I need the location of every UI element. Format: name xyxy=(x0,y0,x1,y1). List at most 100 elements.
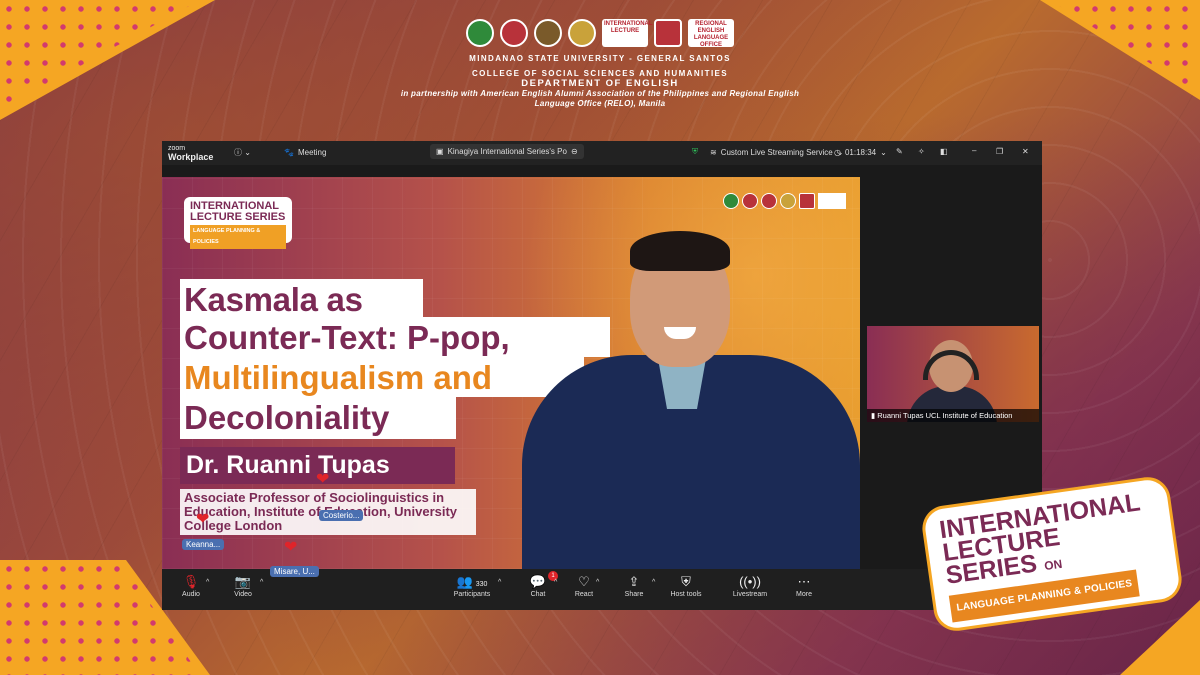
restore-icon[interactable]: ❐ xyxy=(996,147,1003,156)
live-streaming-status[interactable]: ≋ Custom Live Streaming Service ⌄ xyxy=(710,148,843,157)
paw-icon: 🐾 xyxy=(284,148,294,157)
minimize-icon[interactable]: – xyxy=(972,146,976,155)
badge-line2: LECTURE SERIES xyxy=(190,211,286,223)
meeting-tab[interactable]: 🐾 Meeting xyxy=(284,148,326,157)
chat-icon: 💬 1 xyxy=(524,571,558,591)
college-seal-icon xyxy=(500,19,528,47)
audio-options-chevron[interactable]: ^ xyxy=(206,579,209,586)
seal-icon xyxy=(568,19,596,47)
international-lecture-logo: INTERNATIONAL LECTURE xyxy=(602,19,653,47)
badge-subtitle: LANGUAGE PLANNING & POLICIES xyxy=(190,225,286,249)
livestream-button[interactable]: ((•)) Livestream xyxy=(730,573,770,598)
heart-reaction-icon: ❤ xyxy=(196,511,210,528)
partnership-note: in partnership with American English Alu… xyxy=(400,89,800,108)
regional-english-language-office-logo-icon xyxy=(818,193,846,209)
participants-count: 330 xyxy=(475,581,488,588)
video-options-chevron[interactable]: ^ xyxy=(260,579,263,586)
video-off-icon: 📷 xyxy=(234,574,252,589)
host-tools-label: Host tools xyxy=(670,591,702,598)
close-icon[interactable]: ✕ xyxy=(1022,147,1029,156)
department-name: DEPARTMENT OF ENGLISH xyxy=(521,78,679,89)
react-button[interactable]: ♡ React xyxy=(570,573,598,598)
speaker-hair xyxy=(630,231,730,271)
seal-icon xyxy=(780,193,796,209)
department-seal-icon xyxy=(761,193,777,209)
lecture-series-badge: INTERNATIONAL LECTURE SERIES LANGUAGE PL… xyxy=(184,197,292,249)
heart-reaction-icon: ❤ xyxy=(316,471,330,488)
department-seal-icon xyxy=(534,19,562,47)
partner-logos: INTERNATIONAL LECTURE REGIONAL ENGLISH L… xyxy=(380,18,820,48)
react-options-chevron[interactable]: ^ xyxy=(596,579,599,586)
participants-options-chevron[interactable]: ^ xyxy=(498,579,501,586)
reaction-name-tag: Misare, U... xyxy=(270,566,319,577)
university-seal-icon xyxy=(723,193,739,209)
relo-logo-icon xyxy=(654,19,682,47)
participants-icon: 👥 330 xyxy=(456,574,488,589)
participant-name-label: ▮ Ruanni Tupas UCL Institute of Educatio… xyxy=(867,409,1039,422)
livestream-icon: ((•)) xyxy=(739,574,761,589)
college-seal-icon xyxy=(742,193,758,209)
streaming-label: Custom Live Streaming Service xyxy=(720,148,833,157)
participants-label: Participants xyxy=(453,591,491,598)
clock-icon: ◷ xyxy=(834,148,841,157)
meeting-timer: ◷ 01:18:34 ⌄ xyxy=(834,148,887,157)
speaker-video xyxy=(522,231,860,569)
chevron-down-icon: ⌄ xyxy=(880,148,887,157)
brand-top: zoom xyxy=(168,145,186,152)
layout-icon[interactable]: ◧ xyxy=(940,147,948,156)
share-tab[interactable]: ▣ Kinagiya International Series's Po ⊖ xyxy=(430,144,584,159)
share-tab-label: Kinagiya International Series's Po xyxy=(447,147,567,156)
info-button[interactable]: ⓘ ⌄ xyxy=(234,147,251,158)
brand-bottom: Workplace xyxy=(168,152,214,162)
screen-share-icon: ▣ xyxy=(436,147,444,156)
heart-reaction-icon: ❤ xyxy=(284,539,298,556)
university-seal-icon xyxy=(466,19,494,47)
participant-name: Ruanni Tupas UCL Institute of Education xyxy=(877,411,1013,420)
more-button[interactable]: ⋯ More xyxy=(790,573,818,598)
relo-logo-icon xyxy=(799,193,815,209)
talk-title-line1: Kasmala as xyxy=(180,279,423,318)
annotate-icon[interactable]: ✎ xyxy=(896,147,903,156)
slide-logos xyxy=(723,193,846,209)
overlay-on: ON xyxy=(1043,556,1064,574)
security-shield-icon[interactable]: ⛨ xyxy=(692,147,698,157)
share-options-chevron[interactable]: ^ xyxy=(652,579,655,586)
talk-title-line4: Decoloniality xyxy=(180,397,456,439)
effects-icon[interactable]: ✧ xyxy=(918,147,925,156)
shared-screen: INTERNATIONAL LECTURE SERIES LANGUAGE PL… xyxy=(162,177,860,569)
zoom-workplace-logo: zoom Workplace xyxy=(168,145,214,162)
close-tab-icon[interactable]: ⊖ xyxy=(571,147,578,156)
university-name: MINDANAO STATE UNIVERSITY - GENERAL SANT… xyxy=(469,54,731,63)
reaction-name-tag: Costerio... xyxy=(319,510,364,521)
timer-value: 01:18:34 xyxy=(844,148,877,157)
chat-options-chevron[interactable]: ^ xyxy=(554,579,557,586)
video-label: Video xyxy=(234,591,252,598)
livestream-label: Livestream xyxy=(732,591,768,598)
chat-label: Chat xyxy=(530,591,546,598)
react-label: React xyxy=(574,591,594,598)
signal-icon: ▮ xyxy=(871,411,876,420)
participant-thumbnail[interactable]: ▮ Ruanni Tupas UCL Institute of Educatio… xyxy=(867,326,1039,422)
event-header: INTERNATIONAL LECTURE REGIONAL ENGLISH L… xyxy=(380,18,820,109)
video-button[interactable]: 📷 Video xyxy=(228,573,258,598)
reaction-name-tag: Keanna... xyxy=(182,539,225,550)
meeting-tab-label: Meeting xyxy=(297,148,327,157)
more-label: More xyxy=(796,591,812,598)
shield-icon: ⛨ xyxy=(681,574,691,589)
muted-microphone-icon: 🎙 xyxy=(182,574,200,589)
heart-icon: ♡ xyxy=(578,574,590,589)
audio-button[interactable]: 🎙 Audio xyxy=(176,573,206,598)
regional-english-language-office-logo: REGIONAL ENGLISH LANGUAGE OFFICE xyxy=(688,19,734,48)
participants-button[interactable]: 👥 330 Participants xyxy=(450,573,494,598)
zoom-title-bar: zoom Workplace ⓘ ⌄ 🐾 Meeting ▣ Kinagiya … xyxy=(162,141,1042,165)
share-button[interactable]: ⇪ Share xyxy=(620,573,648,598)
more-icon: ⋯ xyxy=(797,574,811,589)
audio-label: Audio xyxy=(182,591,200,598)
share-screen-icon: ⇪ xyxy=(628,574,640,589)
share-label: Share xyxy=(624,591,644,598)
chat-button[interactable]: 💬 1 Chat xyxy=(524,571,558,598)
college-name: COLLEGE OF SOCIAL SCIENCES AND HUMANITIE… xyxy=(471,69,729,78)
zoom-window: zoom Workplace ⓘ ⌄ 🐾 Meeting ▣ Kinagiya … xyxy=(162,141,1042,610)
host-tools-button[interactable]: ⛨ Host tools xyxy=(666,573,706,598)
stream-icon: ≋ xyxy=(710,148,717,157)
